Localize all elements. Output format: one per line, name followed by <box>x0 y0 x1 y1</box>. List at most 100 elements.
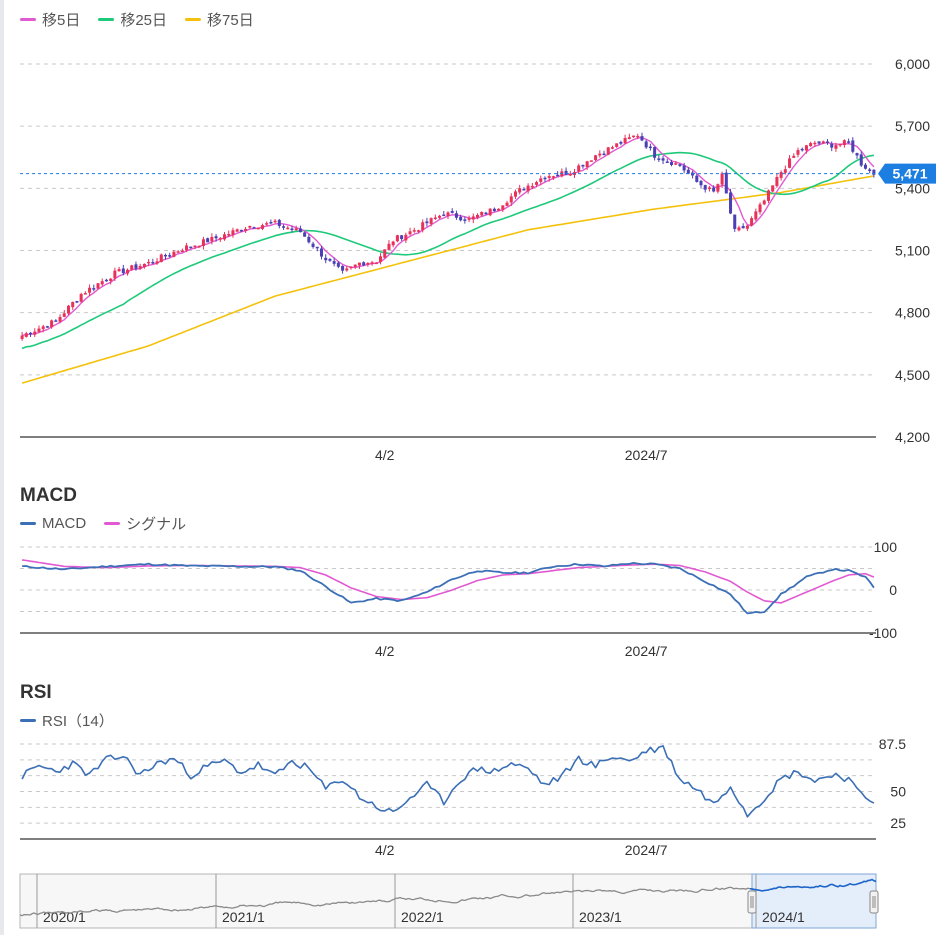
candle-body <box>686 169 690 174</box>
navigator-year-label: 2023/1 <box>579 909 622 925</box>
candle-body <box>492 208 496 212</box>
candle-body <box>147 261 151 264</box>
candle-body <box>248 225 252 228</box>
candle-body <box>142 263 146 268</box>
candle-body <box>256 227 260 230</box>
candle-body <box>674 163 678 165</box>
candle-body <box>349 266 353 269</box>
candle-body <box>290 228 294 231</box>
candle-body <box>556 174 560 177</box>
candle-body <box>425 221 429 224</box>
candle-body <box>197 245 201 248</box>
candle-body <box>168 255 172 257</box>
candle-body <box>800 148 804 151</box>
chart-stage[interactable]: 4,2004,5004,8005,1005,4005,7006,000 5,47… <box>0 0 936 935</box>
candle-body <box>277 219 281 227</box>
current-price-tag: 5,471 <box>20 163 936 184</box>
candle-body <box>324 257 328 261</box>
x-tick-label: 4/2 <box>375 643 395 659</box>
candle-body <box>315 246 319 249</box>
candle-body <box>712 187 716 192</box>
candle-body <box>88 287 92 293</box>
candle-body <box>412 230 416 232</box>
macd-grid: 100 0 -100 <box>20 539 897 641</box>
candle-body <box>176 251 180 253</box>
macd-lines <box>21 559 875 615</box>
candle-body <box>113 270 117 279</box>
candle-body <box>665 161 669 163</box>
candle-body <box>100 281 104 285</box>
candle-body <box>589 160 593 162</box>
candle-body <box>319 248 324 257</box>
candle-body <box>606 147 610 155</box>
candle-body <box>771 185 775 192</box>
candle-body <box>530 185 534 188</box>
x-tick-label: 4/2 <box>375 842 395 858</box>
rsi-x-axis: 4/2 2024/7 <box>375 842 668 858</box>
x-tick-label: 4/2 <box>375 447 395 463</box>
candle-body <box>62 313 66 317</box>
candle-body <box>809 143 813 147</box>
candle-body <box>311 243 315 247</box>
candle-body <box>463 219 467 221</box>
candle-body <box>400 235 404 240</box>
candle-body <box>374 262 378 265</box>
candle-body <box>383 249 387 258</box>
candle-body <box>83 293 87 295</box>
candle-body <box>421 222 425 231</box>
candle-body <box>661 158 665 161</box>
candle-body <box>859 154 863 166</box>
rsi-y-tick-label: 87.5 <box>879 736 906 752</box>
candle-body <box>130 265 134 270</box>
candle-body <box>539 178 543 182</box>
candle-body <box>518 188 522 193</box>
candle-body <box>779 172 783 178</box>
candle-body <box>535 182 539 185</box>
candle-body <box>475 214 480 218</box>
range-navigator[interactable]: 2020/1 2021/1 2022/1 2023/1 2024/1 <box>19 873 879 929</box>
candle-body <box>454 213 458 218</box>
candle-body <box>416 230 421 232</box>
candle-body <box>180 250 184 253</box>
candle-body <box>783 169 787 173</box>
candle-body <box>488 208 492 216</box>
candle-body <box>442 214 446 217</box>
current-price-value: 5,471 <box>892 166 927 182</box>
candle-body <box>75 300 79 303</box>
rsi-line <box>21 745 875 818</box>
candle-body <box>619 142 623 144</box>
candle-body <box>830 143 834 148</box>
price-y-tick-label: 6,000 <box>895 56 930 72</box>
candle-body <box>214 236 218 239</box>
candle-body <box>505 202 509 206</box>
macd-x-axis: 4/2 2024/7 <box>375 643 668 659</box>
candle-body <box>522 189 526 191</box>
navigator-year-label: 2024/1 <box>762 909 805 925</box>
candle-body <box>825 141 830 143</box>
candle-body <box>471 216 475 220</box>
candle-body <box>868 169 872 172</box>
candle-body <box>509 196 513 203</box>
navigator-handle[interactable] <box>869 890 879 914</box>
candle-body <box>298 228 302 233</box>
candle-body <box>581 164 585 167</box>
candle-body <box>20 335 24 339</box>
candle-body <box>716 184 720 192</box>
candle-body <box>206 238 210 243</box>
candle-body <box>838 143 842 146</box>
x-tick-label: 2024/7 <box>625 447 668 463</box>
rsi-grid: 87.5 50 25 <box>20 736 906 840</box>
candle-body <box>121 268 125 274</box>
candle-body <box>210 236 214 242</box>
price-y-tick-label: 5,100 <box>895 243 930 259</box>
candle-body <box>336 262 340 267</box>
candle-body <box>632 135 636 138</box>
navigator-year-label: 2022/1 <box>401 909 444 925</box>
candle-body <box>117 269 121 272</box>
navigator-handle[interactable] <box>747 890 757 914</box>
candle-body <box>788 158 792 168</box>
candle-body <box>821 141 825 144</box>
candle-body <box>273 220 277 223</box>
candle-body <box>568 173 572 176</box>
candle-body <box>750 218 754 226</box>
